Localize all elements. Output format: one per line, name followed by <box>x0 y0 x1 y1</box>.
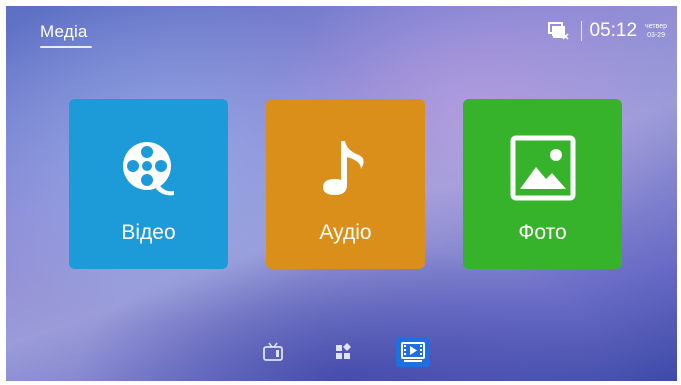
status-divider <box>580 21 582 41</box>
picture-icon <box>510 135 575 201</box>
video-tile[interactable]: Відео <box>69 99 228 269</box>
audio-tile[interactable]: Аудіо <box>266 99 425 269</box>
apps-grid-icon <box>336 343 351 359</box>
photo-tile[interactable]: Фото <box>463 99 622 269</box>
bottom-nav <box>6 337 677 369</box>
music-note-icon <box>322 141 364 195</box>
media-player-icon <box>401 342 425 362</box>
tv-icon <box>263 342 283 361</box>
clock: 05:12 <box>589 20 638 41</box>
date: 03-29 <box>647 32 665 39</box>
title-underline <box>40 46 92 48</box>
page-title: Медіа <box>40 22 88 41</box>
photo-label: Фото <box>518 221 567 244</box>
network-computer-icon <box>547 22 569 40</box>
audio-label: Аудіо <box>319 221 372 244</box>
weekday: четвер <box>645 23 667 30</box>
film-reel-icon <box>122 142 174 196</box>
nav-media-button[interactable] <box>396 337 430 367</box>
date-box: четвер 03-29 <box>645 22 667 40</box>
nav-tv-button[interactable] <box>256 337 290 367</box>
nav-apps-button[interactable] <box>327 337 361 367</box>
screen: Медіа 05:12 четвер 03-29 Відео Аудіо Фот… <box>6 6 677 381</box>
video-label: Відео <box>121 221 176 244</box>
status-bar: 05:12 четвер 03-29 <box>547 16 667 46</box>
